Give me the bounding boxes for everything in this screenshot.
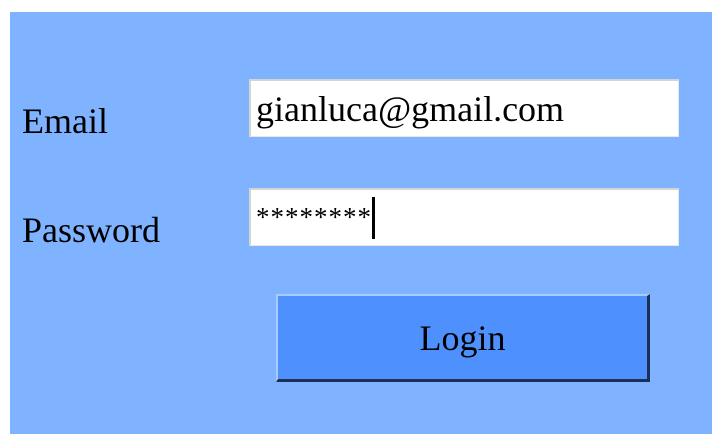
text-caret xyxy=(372,196,375,239)
password-field[interactable]: ******** xyxy=(249,188,679,246)
password-masked-value: ******** xyxy=(256,202,372,232)
email-label: Email xyxy=(22,101,108,141)
password-label: Password xyxy=(22,210,161,250)
login-form-panel: Email Password ******** Login xyxy=(10,12,712,434)
email-field[interactable] xyxy=(249,79,679,137)
login-button[interactable]: Login xyxy=(276,294,650,382)
